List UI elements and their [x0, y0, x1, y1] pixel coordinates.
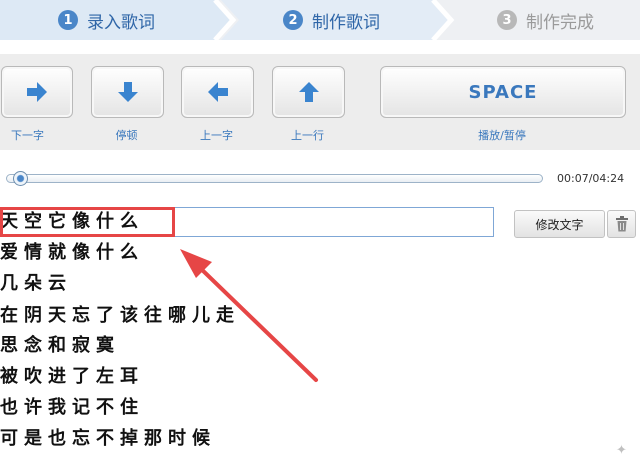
progress-thumb[interactable] — [12, 171, 28, 186]
prev-line-button[interactable] — [272, 66, 345, 118]
next-char-button[interactable] — [1, 66, 73, 118]
step-3[interactable]: 3 制作完成 — [497, 0, 594, 40]
edit-text-button[interactable]: 修改文字 — [514, 210, 605, 238]
arrow-right-icon — [27, 82, 47, 102]
pause-label: 停顿 — [115, 129, 138, 142]
lyric-line[interactable]: 可是也忘不掉那时候 — [0, 424, 216, 454]
control-toolbar: SPACE 下一字 停顿 上一字 上一行 播放/暂停 — [0, 54, 640, 150]
time-readout: 00:07/04:24 — [557, 172, 625, 185]
progress-track[interactable] — [6, 174, 543, 183]
step-1[interactable]: 1 录入歌词 — [58, 0, 155, 40]
prev-line-label: 上一行 — [291, 129, 324, 142]
lyric-line[interactable]: 几朵云 — [0, 269, 72, 299]
pause-button[interactable] — [91, 66, 164, 118]
lyric-line[interactable]: 被吹进了左耳 — [0, 362, 144, 392]
prev-char-button[interactable] — [181, 66, 254, 118]
step-2[interactable]: 2 制作歌词 — [283, 0, 380, 40]
space-key-label: SPACE — [468, 81, 538, 103]
step-3-number: 3 — [497, 10, 517, 30]
step-3-label: 制作完成 — [526, 12, 594, 33]
step-1-label: 录入歌词 — [87, 12, 155, 33]
arrow-up-icon — [298, 82, 319, 102]
delete-button[interactable] — [607, 210, 636, 238]
space-button[interactable]: SPACE — [380, 66, 626, 118]
prev-char-label: 上一字 — [200, 129, 233, 142]
trash-icon — [615, 216, 628, 232]
lyric-line[interactable]: 在阴天忘了该往哪儿走 — [0, 301, 240, 331]
arrow-left-icon — [207, 82, 228, 102]
play-pause-label: 播放/暂停 — [478, 129, 526, 142]
step-header: 1 录入歌词 2 制作歌词 3 制作完成 — [0, 0, 640, 40]
next-char-label: 下一字 — [11, 129, 44, 142]
annotation-highlight-box — [0, 207, 175, 237]
lyric-line[interactable]: 思念和寂寞 — [0, 331, 120, 361]
step-2-number: 2 — [283, 10, 303, 30]
lyric-line[interactable]: 也许我记不住 — [0, 393, 144, 423]
sparkle-icon: ✦ — [616, 443, 627, 458]
playback-progress: 00:07/04:24 — [0, 168, 640, 190]
step-1-number: 1 — [58, 10, 78, 30]
lyric-line[interactable]: 爱情就像什么 — [0, 238, 144, 268]
step-2-label: 制作歌词 — [312, 12, 380, 33]
arrow-down-icon — [117, 82, 138, 102]
lyrics-list: 天空它像什么 爱情就像什么 几朵云 在阴天忘了该往哪儿走 思念和寂寞 被吹进了左… — [0, 207, 512, 459]
